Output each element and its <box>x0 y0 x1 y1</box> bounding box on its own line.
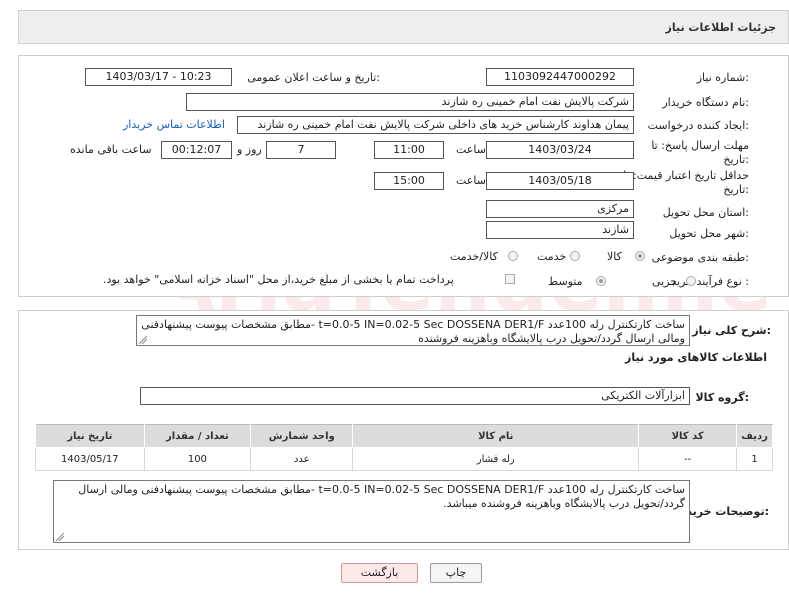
goods-table: ردیف کد کالا نام کالا واحد شمارش تعداد /… <box>35 424 773 471</box>
process-medium-radio[interactable] <box>596 276 606 286</box>
reply-hour-label: ساعت <box>456 143 486 156</box>
goods-group-label: گروه کالا: <box>695 391 749 404</box>
city-field[interactable]: شازند <box>486 221 634 239</box>
page-header: جزئیات اطلاعات نیاز <box>18 10 789 44</box>
cell-unit: عدد <box>250 447 354 471</box>
buyer-contact-link[interactable]: اطلاعات تماس خریدار <box>123 118 225 131</box>
print-button[interactable]: چاپ <box>430 563 482 583</box>
process-label: نوع فرآیند خرید : <box>671 275 749 288</box>
table-row[interactable]: 1 -- رله فشار عدد 100 1403/05/17 <box>35 447 773 471</box>
category-goods-radio[interactable] <box>635 251 645 261</box>
need-number-label: شماره نیاز: <box>696 71 749 84</box>
validity-date-label: تاریخ: <box>723 183 749 196</box>
province-label: استان محل تحویل: <box>662 206 749 219</box>
announce-label: تاریخ و ساعت اعلان عمومی: <box>247 71 380 84</box>
city-label: شهر محل تحویل: <box>669 227 749 240</box>
days-field[interactable]: 7 <box>266 141 336 159</box>
general-desc-label: شرح کلی نیاز: <box>692 324 771 337</box>
col-qty: تعداد / مقدار <box>143 424 252 448</box>
buyer-org-label: نام دستگاه خریدار: <box>662 96 749 109</box>
col-date: تاریخ نیاز <box>35 424 145 448</box>
category-goods-service-label: کالا/خدمت <box>450 250 498 263</box>
reply-deadline-date-label: تاریخ: <box>723 153 749 166</box>
category-service-label: خدمت <box>537 250 567 263</box>
reply-time-field[interactable]: 11:00 <box>374 141 444 159</box>
need-number-field[interactable]: 1103092447000292 <box>486 68 634 86</box>
cell-name: رله فشار <box>352 447 640 471</box>
page-title: جزئیات اطلاعات نیاز <box>665 21 777 34</box>
requester-label: ایجاد کننده درخواست: <box>647 119 749 132</box>
remaining-time-field[interactable]: 00:12:07 <box>161 141 232 159</box>
process-partial-label: جزیی <box>652 275 678 288</box>
general-desc-field[interactable]: ساخت کارتکنترل رله 100عدد t=0.0-5 IN=0.0… <box>136 315 690 346</box>
validity-label: حداقل تاریخ اعتبار قیمت: تا <box>623 169 749 182</box>
cell-date: 1403/05/17 <box>35 447 145 471</box>
province-field[interactable]: مرکزی <box>486 200 634 218</box>
col-row: ردیف <box>736 424 773 448</box>
goods-info-title: اطلاعات کالاهای مورد نیاز <box>625 351 767 364</box>
goods-group-field[interactable]: ابزارآلات الکتریکی <box>140 387 690 405</box>
process-partial-radio[interactable] <box>686 276 696 286</box>
category-service-radio[interactable] <box>570 251 580 261</box>
validity-time-field[interactable]: 15:00 <box>374 172 444 190</box>
resize-grip-icon[interactable] <box>56 533 64 541</box>
reply-deadline-label: مهلت ارسال پاسخ: تا <box>651 139 749 152</box>
col-unit: واحد شمارش <box>250 424 354 448</box>
day-and-label: روز و <box>237 143 262 156</box>
treasury-payment-note: پرداخت تمام یا بخشی از مبلغ خرید،از محل … <box>103 273 454 286</box>
announce-datetime-field[interactable]: 1403/03/17 - 10:23 <box>85 68 232 86</box>
back-button[interactable]: بازگشت <box>341 563 418 583</box>
category-goods-label: کالا <box>607 250 622 263</box>
col-code: کد کالا <box>638 424 738 448</box>
buyer-notes-field[interactable]: ساخت کارتکنترل رله 100عدد t=0.0-5 IN=0.0… <box>53 480 690 543</box>
goods-table-header: ردیف کد کالا نام کالا واحد شمارش تعداد /… <box>35 424 773 448</box>
cell-row: 1 <box>736 447 773 471</box>
validity-hour-label: ساعت <box>456 174 486 187</box>
process-medium-label: متوسط <box>548 275 583 288</box>
category-label: طبقه بندی موضوعی: <box>651 251 749 264</box>
general-desc-text: ساخت کارتکنترل رله 100عدد t=0.0-5 IN=0.0… <box>141 318 685 345</box>
requester-field[interactable]: پیمان هداوند کارشناس خرید های داخلی شرکت… <box>237 116 634 134</box>
buyer-org-field[interactable]: شرکت پالایش نفت امام خمینی ره شازند <box>186 93 634 111</box>
category-goods-service-radio[interactable] <box>508 251 518 261</box>
buyer-notes-text: ساخت کارتکنترل رله 100عدد t=0.0-5 IN=0.0… <box>78 483 685 510</box>
cell-code: -- <box>638 447 738 471</box>
resize-grip-icon[interactable] <box>139 336 147 344</box>
col-name: نام کالا <box>352 424 640 448</box>
buyer-notes-label: توضیحات خریدار: <box>676 505 769 518</box>
cell-qty: 100 <box>143 447 252 471</box>
validity-date-field[interactable]: 1403/05/18 <box>486 172 634 190</box>
remaining-label: ساعت باقی مانده <box>70 143 152 156</box>
treasury-payment-checkbox[interactable] <box>505 274 515 284</box>
reply-date-field[interactable]: 1403/03/24 <box>486 141 634 159</box>
